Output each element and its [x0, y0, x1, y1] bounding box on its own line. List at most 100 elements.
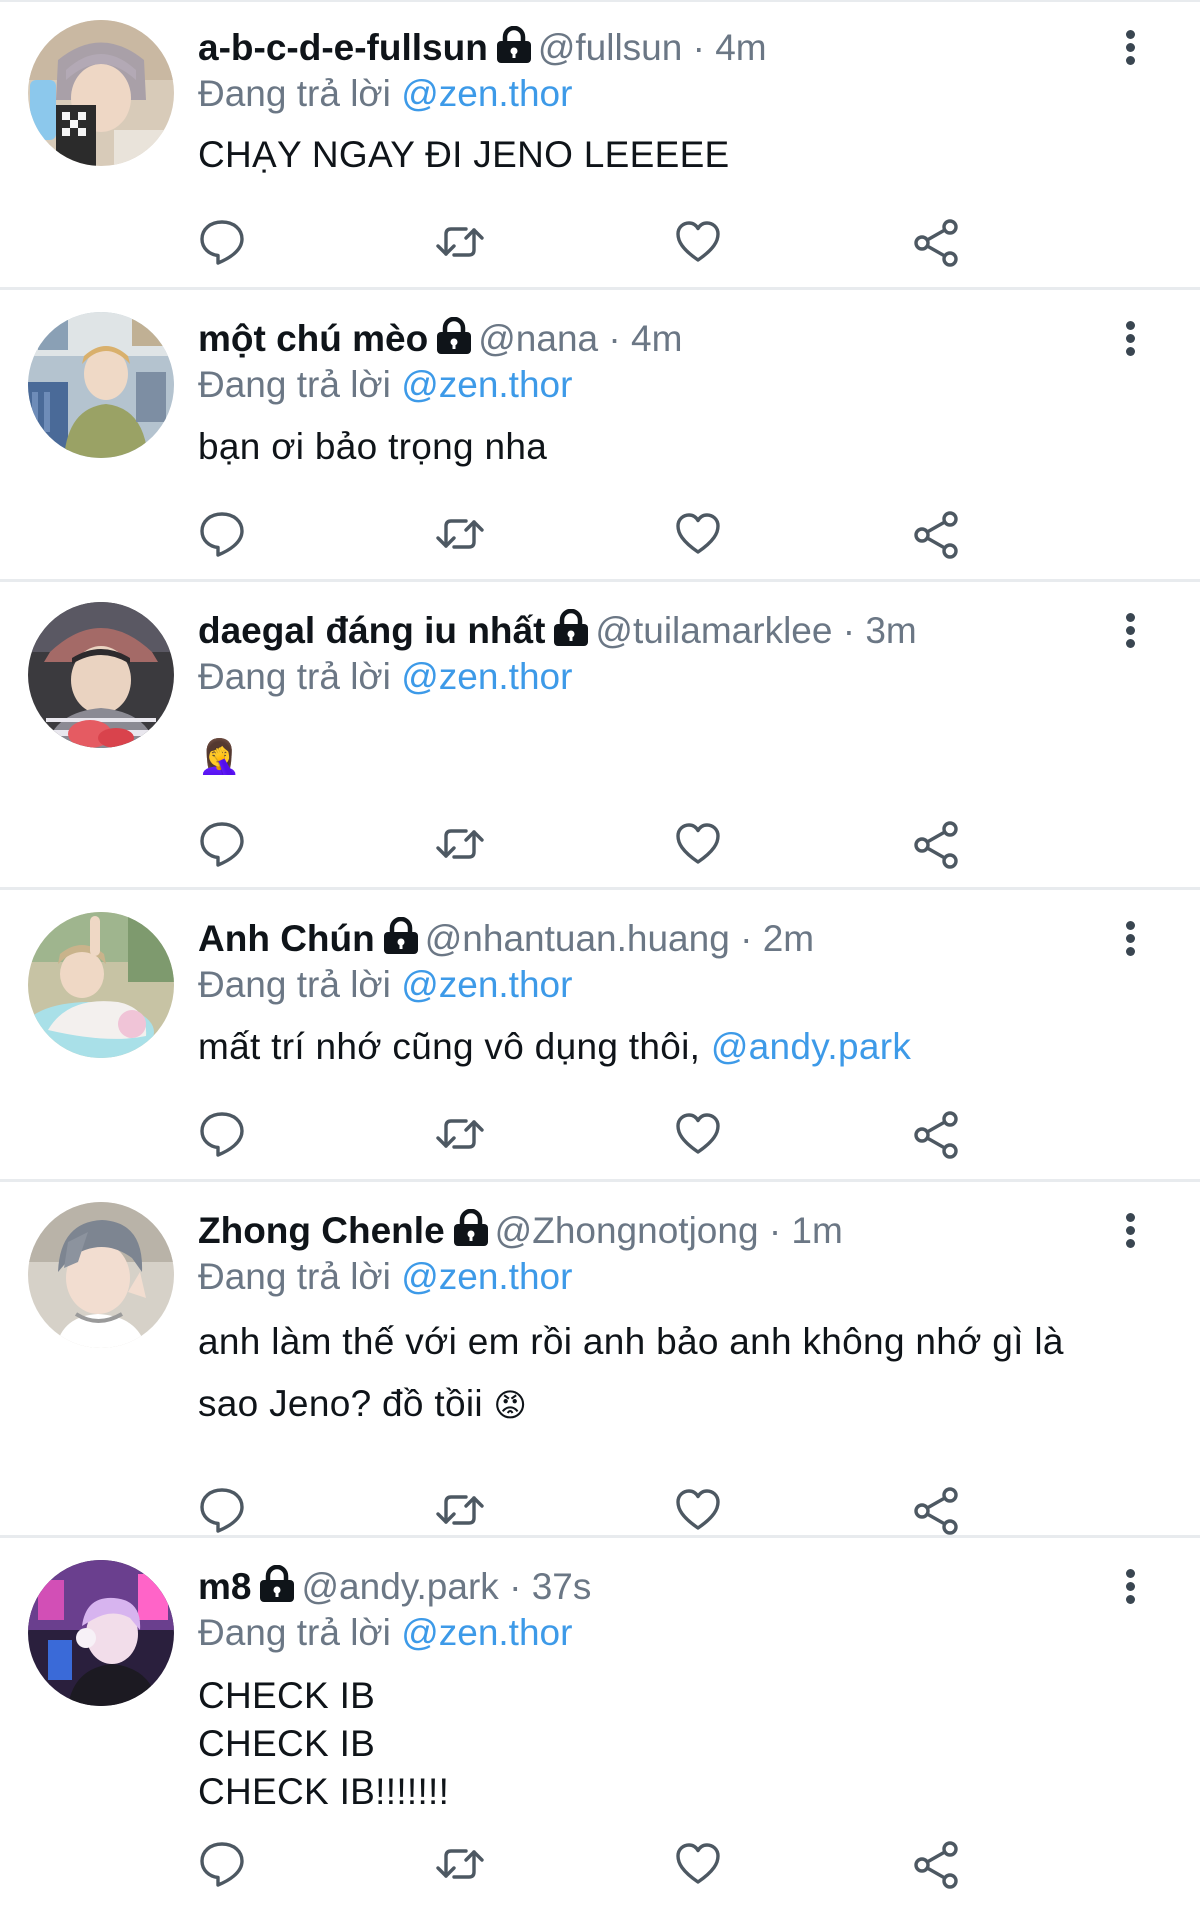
- retweet-icon: [436, 1119, 484, 1149]
- reply-context: Đang trả lời @zen.thor: [198, 70, 572, 118]
- timestamp: 4m: [715, 27, 767, 68]
- tweet-item[interactable]: a-b-c-d-e-fullsun @fullsun · 4m Đang trả …: [0, 0, 1200, 290]
- reply-to-handle[interactable]: @zen.thor: [401, 656, 572, 697]
- more-vertical-icon[interactable]: [1124, 610, 1136, 650]
- reply-button[interactable]: [196, 1838, 248, 1890]
- lock-icon: [383, 916, 419, 967]
- avatar[interactable]: [28, 1202, 174, 1348]
- display-name[interactable]: Anh Chún: [198, 918, 375, 959]
- avatar[interactable]: [28, 602, 174, 748]
- heart-icon: [676, 1113, 720, 1154]
- retweet-icon: [436, 1495, 484, 1525]
- share-button[interactable]: [910, 818, 962, 870]
- user-handle[interactable]: @nana: [478, 318, 598, 359]
- tweet-text: anh làm thế với em rồi anh bảo anh không…: [198, 1311, 1140, 1436]
- speech-bubble-icon: [200, 1488, 244, 1533]
- tweet-header: a-b-c-d-e-fullsun @fullsun · 4m: [198, 24, 1110, 72]
- display-name[interactable]: daegal đáng iu nhất: [198, 610, 545, 651]
- reply-button[interactable]: [196, 508, 248, 560]
- more-vertical-icon[interactable]: [1124, 318, 1136, 358]
- user-handle[interactable]: @Zhongnotjong: [495, 1210, 759, 1251]
- retweet-icon: [436, 829, 484, 859]
- tweet-item[interactable]: daegal đáng iu nhất @tuilamarklee · 3m Đa…: [0, 582, 1200, 890]
- retweet-button[interactable]: [434, 1838, 486, 1890]
- display-name[interactable]: m8: [198, 1566, 251, 1607]
- display-name[interactable]: một chú mèo: [198, 318, 428, 359]
- retweet-button[interactable]: [434, 1484, 486, 1536]
- like-button[interactable]: [672, 1108, 724, 1160]
- avatar[interactable]: [28, 20, 174, 166]
- more-vertical-icon[interactable]: [1124, 918, 1136, 958]
- avatar[interactable]: [28, 912, 174, 1058]
- retweet-button[interactable]: [434, 216, 486, 268]
- tweet-text: 🤦‍♀️: [198, 732, 1140, 781]
- share-button[interactable]: [910, 1484, 962, 1536]
- share-button[interactable]: [910, 1108, 962, 1160]
- tweet-header: một chú mèo @nana · 4m: [198, 315, 1110, 363]
- reply-button[interactable]: [196, 818, 248, 870]
- share-icon: [914, 511, 958, 559]
- like-button[interactable]: [672, 818, 724, 870]
- lock-icon: [436, 316, 472, 367]
- more-vertical-icon[interactable]: [1124, 1566, 1136, 1606]
- tweet-header: daegal đáng iu nhất @tuilamarklee · 3m: [198, 607, 1110, 655]
- like-button[interactable]: [672, 508, 724, 560]
- reply-context: Đang trả lời @zen.thor: [198, 361, 572, 409]
- avatar-image: [28, 1202, 174, 1348]
- timestamp: 2m: [762, 918, 815, 959]
- lock-icon: [553, 608, 589, 659]
- timestamp: 4m: [631, 318, 683, 359]
- action-bar: [0, 1484, 1200, 1536]
- speech-bubble-icon: [200, 1842, 244, 1887]
- reply-to-handle[interactable]: @zen.thor: [401, 1612, 572, 1653]
- reply-button[interactable]: [196, 1484, 248, 1536]
- retweet-icon: [436, 227, 484, 257]
- action-bar: [0, 818, 1200, 870]
- avatar[interactable]: [28, 312, 174, 458]
- reply-button[interactable]: [196, 1108, 248, 1160]
- share-button[interactable]: [910, 216, 962, 268]
- tweet-item[interactable]: Anh Chún @nhantuan.huang · 2m Đang trả lờ…: [0, 890, 1200, 1182]
- more-vertical-icon[interactable]: [1124, 1210, 1136, 1250]
- avatar-image: [28, 1560, 174, 1706]
- tweet-text: bạn ơi bảo trọng nha: [198, 423, 1140, 471]
- tweet-text: mất trí nhớ cũng vô dụng thôi, @andy.par…: [198, 1023, 1140, 1071]
- meta-separator: ·: [842, 610, 856, 651]
- retweet-button[interactable]: [434, 818, 486, 870]
- share-icon: [914, 1111, 958, 1159]
- reply-to-handle[interactable]: @zen.thor: [401, 73, 572, 114]
- tweet-item[interactable]: Zhong Chenle @Zhongnotjong · 1m Đang trả …: [0, 1182, 1200, 1538]
- user-handle[interactable]: @nhantuan.huang: [425, 918, 730, 959]
- reply-to-handle[interactable]: @zen.thor: [401, 1256, 572, 1297]
- mention-link[interactable]: @andy.park: [711, 1026, 911, 1067]
- more-vertical-icon[interactable]: [1124, 27, 1136, 67]
- tweet-item[interactable]: một chú mèo @nana · 4m Đang trả lời @zen.…: [0, 290, 1200, 582]
- share-icon: [914, 1487, 958, 1535]
- reply-to-handle[interactable]: @zen.thor: [401, 964, 572, 1005]
- tweet-text-line: CHECK IB: [198, 1723, 376, 1764]
- reply-button[interactable]: [196, 216, 248, 268]
- reply-to-handle[interactable]: @zen.thor: [401, 364, 572, 405]
- display-name[interactable]: a-b-c-d-e-fullsun: [198, 27, 488, 68]
- avatar-image: [28, 20, 174, 166]
- tweet-item[interactable]: m8 @andy.park · 37s Đang trả lời @zen.tho…: [0, 1538, 1200, 1920]
- heart-icon: [676, 823, 720, 864]
- tweet-text-line: CHECK IB!!!!!!!: [198, 1771, 450, 1812]
- share-button[interactable]: [910, 1838, 962, 1890]
- user-handle[interactable]: @andy.park: [301, 1566, 498, 1607]
- action-bar: [0, 508, 1200, 560]
- like-button[interactable]: [672, 1838, 724, 1890]
- share-button[interactable]: [910, 508, 962, 560]
- avatar[interactable]: [28, 1560, 174, 1706]
- tweet-emoji: 🤦‍♀️: [198, 738, 241, 776]
- user-handle[interactable]: @fullsun: [538, 27, 683, 68]
- retweet-button[interactable]: [434, 1108, 486, 1160]
- tweet-text: CHẠY NGAY ĐI JENO LEEEEE: [198, 131, 1140, 179]
- speech-bubble-icon: [200, 512, 244, 557]
- retweet-button[interactable]: [434, 508, 486, 560]
- like-button[interactable]: [672, 216, 724, 268]
- display-name[interactable]: Zhong Chenle: [198, 1210, 445, 1251]
- meta-separator: ·: [509, 1566, 522, 1607]
- like-button[interactable]: [672, 1484, 724, 1536]
- user-handle[interactable]: @tuilamarklee: [595, 610, 832, 651]
